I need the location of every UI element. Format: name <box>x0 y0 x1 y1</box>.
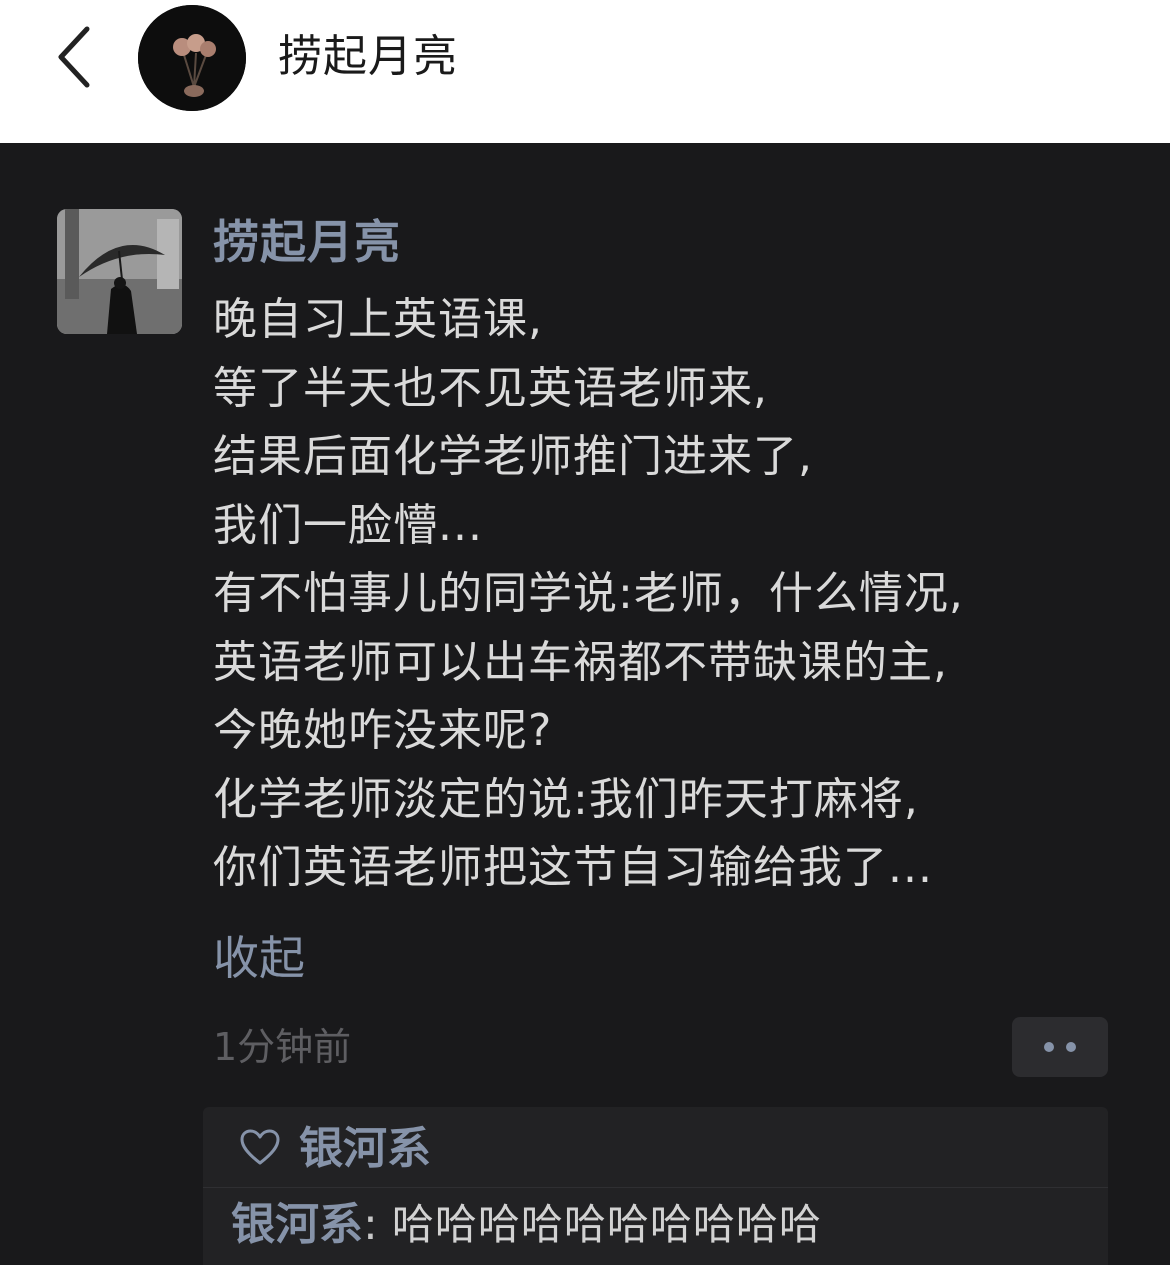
collapse-link[interactable]: 收起 <box>213 928 305 988</box>
more-dot-icon <box>1066 1042 1076 1052</box>
comment-author[interactable]: 银河系 <box>231 1199 363 1250</box>
likes-row: 银河系 <box>203 1107 1108 1187</box>
post-author[interactable]: 捞起月亮 <box>213 212 401 272</box>
post-timestamp: 1分钟前 <box>213 1025 352 1069</box>
rose-avatar-icon <box>138 5 246 111</box>
comment-separator: : <box>363 1199 392 1250</box>
comment-item[interactable]: 银河系: 哈哈哈哈哈哈哈哈哈哈 <box>231 1195 822 1264</box>
back-button[interactable] <box>48 22 98 92</box>
post-line: 晚自习上英语课, <box>213 294 543 345</box>
umbrella-person-avatar-icon <box>57 209 182 334</box>
more-dot-icon <box>1044 1042 1054 1052</box>
comment-text: 哈哈哈哈哈哈哈哈哈哈 <box>391 1200 822 1249</box>
chevron-left-icon <box>58 26 90 88</box>
post-line: 化学老师淡定的说:我们昨天打麻将, <box>213 773 919 825</box>
post-line: 结果后面化学老师推门进来了, <box>213 431 813 482</box>
like-user-name[interactable]: 银河系 <box>299 1119 431 1179</box>
post-line: 等了半天也不见英语老师来, <box>213 362 768 414</box>
post-line: 我们一脸懵... <box>213 499 483 551</box>
page-title: 捞起月亮 <box>278 31 458 82</box>
top-bar: 捞起月亮 <box>0 0 1170 143</box>
post-line: 今晚她咋没来呢? <box>213 705 553 756</box>
post-body: 晚自习上英语课, 等了半天也不见英语老师来, 结果后面化学老师推门进来了, 我们… <box>213 286 1113 903</box>
heart-icon <box>240 1129 280 1165</box>
header-avatar[interactable] <box>138 5 246 111</box>
post-line: 你们英语老师把这节自习输给我了... <box>213 842 933 893</box>
divider <box>203 1187 1108 1188</box>
more-options-button[interactable] <box>1012 1017 1108 1077</box>
post-line: 有不怕事儿的同学说:老师，什么情况, <box>213 568 964 619</box>
interaction-box: 银河系 银河系: 哈哈哈哈哈哈哈哈哈哈 <box>203 1107 1108 1265</box>
post-line: 英语老师可以出车祸都不带缺课的主, <box>213 636 948 688</box>
post-avatar[interactable] <box>57 209 182 334</box>
